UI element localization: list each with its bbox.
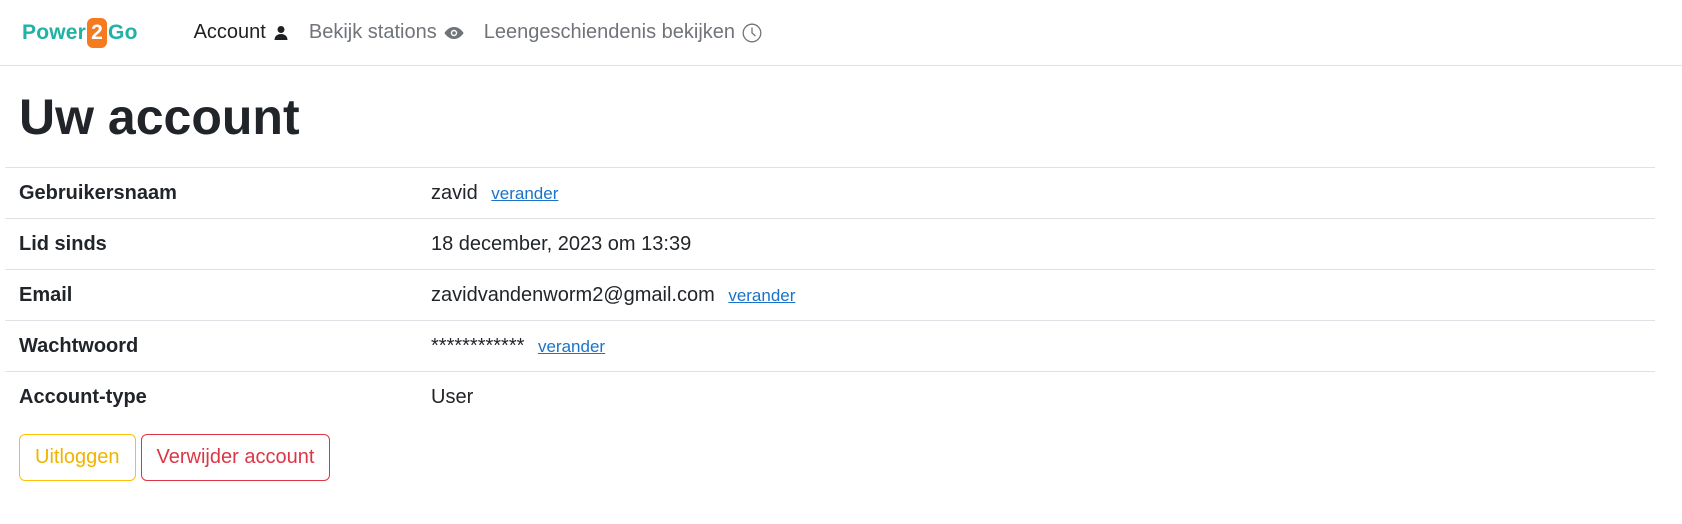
- row-value-cell: zavid verander: [417, 168, 1655, 219]
- table-row: Lid sinds 18 december, 2023 om 13:39: [5, 218, 1655, 270]
- nav-history-label: Leengeschiendenis bekijken: [483, 21, 736, 43]
- row-label: Gebruikersnaam: [19, 181, 177, 204]
- table-row: Account-type User: [5, 371, 1655, 423]
- row-label: Email: [19, 283, 73, 306]
- delete-account-button[interactable]: Verwijder account: [140, 433, 331, 481]
- person-icon: [273, 25, 289, 41]
- table-row: Wachtwoord ************ verander: [5, 320, 1655, 372]
- clock-icon: [742, 23, 762, 43]
- table-row: Gebruikersnaam zavid verander: [5, 167, 1655, 219]
- nav-stations-label: Bekijk stations: [308, 21, 437, 43]
- email-value: zavidvandenworm2@gmail.com: [431, 283, 715, 306]
- row-label: Lid sinds: [19, 232, 107, 255]
- nav-history[interactable]: Leengeschiendenis bekijken: [484, 21, 762, 44]
- brand-text-two: 2: [87, 17, 108, 48]
- eye-icon: [444, 26, 464, 40]
- nav-account-label: Account: [193, 21, 266, 43]
- row-value-cell: 18 december, 2023 om 13:39: [417, 219, 1655, 270]
- account-type-value: User: [431, 385, 474, 408]
- navbar: Power 2 Go Account Bekijk stations Leeng…: [0, 0, 1682, 66]
- nav-account[interactable]: Account: [194, 21, 289, 44]
- brand-text-power: Power: [22, 20, 87, 44]
- main-content: Uw account Gebruikersnaam zavid verander…: [0, 66, 1682, 481]
- account-table: Gebruikersnaam zavid verander Lid sinds …: [5, 167, 1655, 423]
- page-title: Uw account: [19, 89, 300, 145]
- action-buttons: Uitloggen Verwijder account: [5, 423, 1682, 481]
- row-value-cell: User: [417, 372, 1655, 423]
- row-label: Wachtwoord: [19, 334, 139, 357]
- nav-stations[interactable]: Bekijk stations: [309, 21, 464, 44]
- change-username-link[interactable]: verander: [491, 184, 558, 203]
- logout-button[interactable]: Uitloggen: [19, 433, 136, 481]
- row-value-cell: zavidvandenworm2@gmail.com verander: [417, 270, 1655, 321]
- brand-logo[interactable]: Power 2 Go: [22, 17, 138, 48]
- row-value-cell: ************ verander: [417, 321, 1655, 372]
- member-since-value: 18 december, 2023 om 13:39: [431, 232, 692, 255]
- row-label: Account-type: [19, 385, 147, 408]
- brand-text-go: Go: [108, 20, 138, 44]
- username-value: zavid: [431, 181, 478, 204]
- table-row: Email zavidvandenworm2@gmail.com verande…: [5, 269, 1655, 321]
- change-email-link[interactable]: verander: [728, 286, 795, 305]
- password-value: ************: [431, 334, 525, 357]
- change-password-link[interactable]: verander: [538, 337, 605, 356]
